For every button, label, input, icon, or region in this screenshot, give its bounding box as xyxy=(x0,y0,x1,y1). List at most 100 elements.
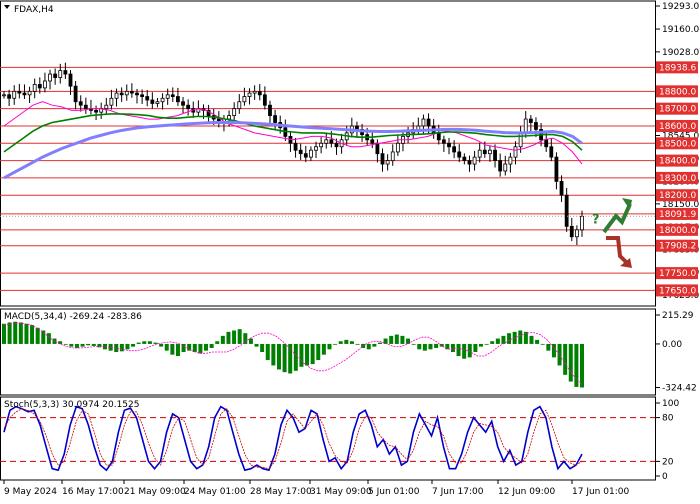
macd-bar xyxy=(282,343,287,373)
candle-body xyxy=(421,118,426,127)
macd-bar xyxy=(164,343,169,351)
candle-body xyxy=(324,139,329,144)
macd-bar xyxy=(30,325,35,344)
macd-bar xyxy=(136,342,141,344)
candle-body xyxy=(12,90,17,99)
stoch-axis-tick-label: 20 xyxy=(662,457,674,467)
stoch-axis-tick-label: 80 xyxy=(662,414,674,424)
macd-bar xyxy=(293,343,298,371)
x-axis-tick-label: 17 Jun 01:00 xyxy=(572,487,629,497)
candle-body xyxy=(298,149,303,155)
x-axis-tick-label: 5 Jun 01:00 xyxy=(368,487,420,497)
chart-svg: 19293.019160.019028.018545.018413.018280… xyxy=(0,0,699,497)
macd-bar xyxy=(192,343,197,352)
macd-bar xyxy=(428,343,433,350)
macd-bar xyxy=(215,341,220,344)
candle-body xyxy=(83,104,88,110)
macd-bar xyxy=(299,343,304,367)
macd-bar xyxy=(456,343,461,357)
macd-bar xyxy=(243,333,248,344)
candle-body xyxy=(549,146,554,158)
level-label: 17908.2 xyxy=(656,239,698,252)
candle-body xyxy=(457,151,462,158)
macd-bar xyxy=(91,343,96,346)
macd-bar xyxy=(254,343,259,347)
macd-bar xyxy=(417,343,422,350)
level-label: 18700.0 xyxy=(656,102,698,115)
x-axis-tick-label: 24 May 01:00 xyxy=(184,487,246,497)
macd-bar xyxy=(271,343,276,366)
level-label: 18300.0 xyxy=(656,171,698,184)
candle-body xyxy=(129,90,134,94)
macd-bar xyxy=(41,330,46,344)
macd-bar xyxy=(389,335,394,344)
level-label-text: 18091.9 xyxy=(659,210,696,220)
macd-bar xyxy=(119,343,124,352)
macd-bar xyxy=(355,343,360,345)
candle-body xyxy=(43,80,47,89)
stoch-axis-tick-label: 0 xyxy=(662,472,668,482)
candle-body xyxy=(145,96,150,101)
candle-body xyxy=(273,115,277,123)
candle-body xyxy=(232,108,237,116)
candle-body xyxy=(319,142,324,148)
candle-body xyxy=(247,92,252,97)
candle-body xyxy=(528,118,533,123)
macd-axis-tick-label: 0.00 xyxy=(662,340,682,350)
macd-bar xyxy=(204,343,209,351)
macd-bar xyxy=(338,341,343,344)
candle-body xyxy=(467,160,472,165)
macd-bar xyxy=(46,333,51,344)
candle-body xyxy=(160,97,165,103)
candle-body xyxy=(355,125,359,130)
macd-bar xyxy=(232,330,237,344)
candle-body xyxy=(94,109,98,113)
candle-body xyxy=(534,122,538,130)
level-label: 18938.6 xyxy=(656,61,698,74)
macd-bar xyxy=(462,343,467,359)
level-label: 18400.0 xyxy=(656,154,698,167)
candle-body xyxy=(498,160,503,172)
macd-bar xyxy=(557,343,562,366)
candle-body xyxy=(155,101,160,104)
candle-body xyxy=(309,149,313,158)
x-axis-tick-label: 9 May 2024 xyxy=(4,487,57,497)
candle-body xyxy=(334,142,339,148)
macd-bar xyxy=(535,339,540,344)
level-label-text: 18600.0 xyxy=(659,122,696,132)
candle-body xyxy=(63,70,68,75)
candle-body xyxy=(186,104,191,110)
level-label-text: 18300.0 xyxy=(659,174,696,184)
candle-body xyxy=(17,90,22,94)
candle-body xyxy=(493,149,497,161)
candle-body xyxy=(78,101,83,106)
candle-body xyxy=(395,142,400,153)
macd-bar xyxy=(248,338,253,344)
macd-bar xyxy=(349,341,354,344)
candle-body xyxy=(2,94,6,97)
candle-body xyxy=(375,142,380,155)
candle-body xyxy=(436,132,441,141)
candle-body xyxy=(580,215,584,231)
candle-body xyxy=(176,96,180,103)
macd-bar xyxy=(24,323,29,344)
level-label: 18091.9 xyxy=(656,207,698,220)
chart-root: 19293.019160.019028.018545.018413.018280… xyxy=(0,0,700,500)
x-axis-tick-label: 31 May 09:00 xyxy=(310,487,372,497)
candle-body xyxy=(503,163,508,172)
candle-body xyxy=(370,139,375,144)
macd-bar xyxy=(316,343,321,361)
price-axis-tick-label: 19028.0 xyxy=(662,48,699,58)
macd-bar xyxy=(175,343,180,357)
candle-body xyxy=(7,94,12,99)
candle-body xyxy=(329,139,334,144)
macd-bar xyxy=(580,343,584,388)
macd-bar xyxy=(265,343,270,361)
level-label: 18000.0 xyxy=(656,223,698,236)
level-label: 18200.0 xyxy=(656,189,698,202)
macd-bar xyxy=(305,343,310,366)
candle-body xyxy=(390,151,395,161)
candle-body xyxy=(447,142,451,148)
macd-bar xyxy=(484,343,489,345)
candle-body xyxy=(554,156,559,182)
